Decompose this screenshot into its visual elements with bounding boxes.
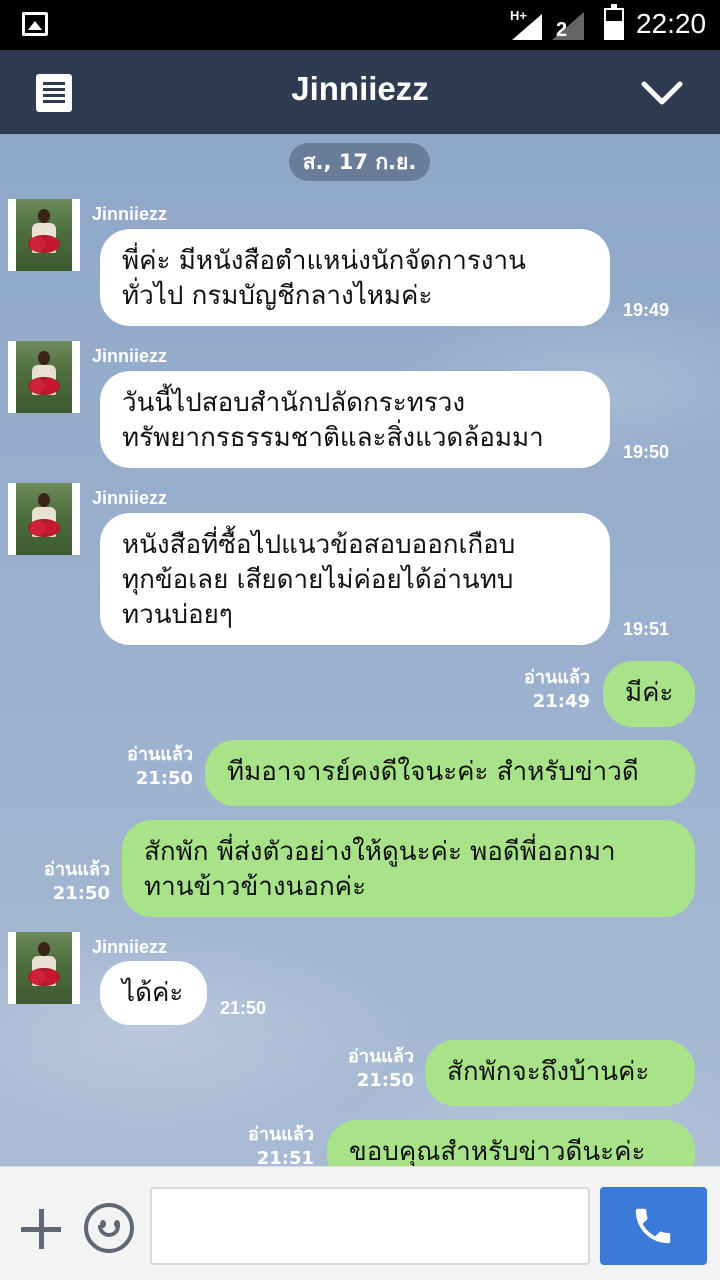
read-label: อ่านแล้ว bbox=[348, 1046, 414, 1067]
gallery-notification-icon bbox=[22, 12, 48, 36]
chat-header: Jinniiezz bbox=[0, 50, 720, 134]
date-separator: ส., 17 ก.ย. bbox=[289, 143, 430, 181]
signal-icon bbox=[512, 14, 542, 40]
outgoing-message-bubble[interactable]: สักพัก พี่ส่งตัวอย่างให้ดูนะค่ะ พอดีพี่อ… bbox=[122, 820, 695, 917]
incoming-message-bubble[interactable]: หนังสือที่ซื้อไปแนวข้อสอบออกเกือบ ทุกข้อ… bbox=[100, 513, 610, 645]
message-text: ทวนบ่อยๆ bbox=[122, 600, 233, 630]
message-time: 21:50 bbox=[52, 883, 110, 904]
phone-icon bbox=[635, 1208, 671, 1244]
incoming-message-bubble[interactable]: พี่ค่ะ มีหนังสือตำแหน่งนักจัดการงาน ทั่ว… bbox=[100, 229, 610, 326]
call-button[interactable] bbox=[600, 1187, 707, 1265]
message-time: 21:50 bbox=[135, 768, 193, 789]
read-label: อ่านแล้ว bbox=[524, 667, 590, 688]
sender-name: Jinniiezz bbox=[92, 937, 168, 957]
message-text: ทุกข้อเลย เสียดายไม่ค่อยได้อ่านทบ bbox=[122, 565, 514, 595]
read-label: อ่านแล้ว bbox=[44, 859, 110, 880]
sender-name: Jinniiezz bbox=[92, 204, 168, 224]
message-text: สักพัก พี่ส่งตัวอย่างให้ดูนะค่ะ พอดีพี่อ… bbox=[144, 837, 616, 867]
message-text: ทั่วไป กรมบัญชีกลางไหมค่ะ bbox=[122, 281, 433, 311]
chat-area[interactable]: ส., 17 ก.ย. Jinniiezz พี่ค่ะ มีหนังสือตำ… bbox=[0, 134, 720, 1166]
read-receipt: อ่านแล้ว 21:50 bbox=[324, 1045, 414, 1093]
message-text: ได้ค่ะ bbox=[122, 978, 184, 1008]
chat-title: Jinniiezz bbox=[291, 70, 429, 107]
read-receipt: อ่านแล้ว 21:50 bbox=[20, 858, 110, 906]
avatar[interactable] bbox=[8, 483, 80, 555]
incoming-message-bubble[interactable]: วันนี้ไปสอบสำนักปลัดกระทรวง ทรัพยากรธรรม… bbox=[100, 371, 610, 468]
menu-icon[interactable] bbox=[36, 74, 72, 112]
status-bar: H+ 2 22:20 bbox=[0, 0, 720, 50]
incoming-message-bubble[interactable]: ได้ค่ะ bbox=[100, 961, 207, 1025]
message-text: ทรัพยากรธรรมชาติและสิ่งแวดล้อมมา bbox=[122, 423, 544, 453]
message-text: ขอบคุณสำหรับข่าวดีนะค่ะ bbox=[349, 1137, 646, 1166]
message-time: 21:49 bbox=[532, 691, 590, 712]
chevron-down-icon[interactable] bbox=[640, 76, 684, 110]
read-receipt: อ่านแล้ว 21:51 bbox=[224, 1123, 314, 1166]
avatar[interactable] bbox=[8, 932, 80, 1004]
status-time: 22:20 bbox=[636, 8, 707, 39]
message-time: 19:51 bbox=[623, 619, 670, 639]
avatar[interactable] bbox=[8, 199, 80, 271]
message-time: 21:50 bbox=[220, 998, 267, 1018]
outgoing-message-bubble[interactable]: สักพักจะถึงบ้านค่ะ bbox=[425, 1040, 695, 1106]
message-time: 21:50 bbox=[356, 1070, 414, 1091]
plus-icon[interactable] bbox=[18, 1207, 64, 1253]
message-text: มีค่ะ bbox=[625, 678, 674, 708]
battery-icon bbox=[604, 4, 624, 40]
message-text: พี่ค่ะ มีหนังสือตำแหน่งนักจัดการงาน bbox=[122, 246, 526, 276]
read-label: อ่านแล้ว bbox=[248, 1124, 314, 1145]
sim-label: 2 bbox=[556, 19, 567, 40]
avatar[interactable] bbox=[8, 341, 80, 413]
message-time: 19:50 bbox=[623, 442, 670, 462]
message-time: 19:49 bbox=[623, 300, 670, 320]
outgoing-message-bubble[interactable]: ขอบคุณสำหรับข่าวดีนะค่ะ bbox=[327, 1120, 695, 1166]
sim-signal-icon: 2 bbox=[552, 12, 584, 40]
message-text: วันนี้ไปสอบสำนักปลัดกระทรวง bbox=[122, 388, 466, 418]
message-text: หนังสือที่ซื้อไปแนวข้อสอบออกเกือบ bbox=[122, 530, 516, 560]
message-time: 21:51 bbox=[256, 1148, 314, 1166]
message-input-bar bbox=[0, 1166, 720, 1280]
read-receipt: อ่านแล้ว 21:49 bbox=[500, 666, 590, 714]
emoji-icon[interactable] bbox=[84, 1203, 134, 1253]
sender-name: Jinniiezz bbox=[92, 488, 168, 508]
sender-name: Jinniiezz bbox=[92, 346, 168, 366]
read-label: อ่านแล้ว bbox=[127, 744, 193, 765]
message-text: สักพักจะถึงบ้านค่ะ bbox=[447, 1057, 650, 1087]
read-receipt: อ่านแล้ว 21:50 bbox=[103, 743, 193, 791]
message-text: ทานข้าวข้างนอกค่ะ bbox=[144, 872, 367, 902]
message-input[interactable] bbox=[150, 1187, 590, 1265]
message-text: ทีมอาจารย์คงดีใจนะค่ะ สำหรับข่าวดี bbox=[227, 757, 639, 787]
outgoing-message-bubble[interactable]: ทีมอาจารย์คงดีใจนะค่ะ สำหรับข่าวดี bbox=[205, 740, 695, 806]
outgoing-message-bubble[interactable]: มีค่ะ bbox=[603, 661, 695, 727]
